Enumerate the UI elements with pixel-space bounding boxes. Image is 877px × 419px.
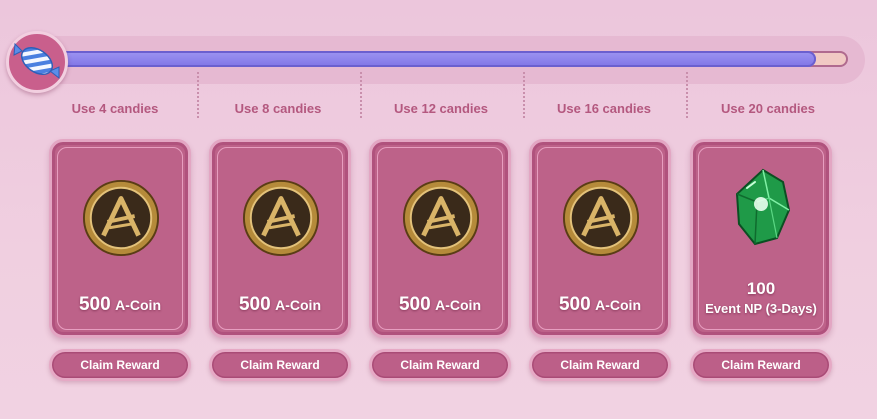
candy-icon [13, 42, 60, 80]
candy-badge [6, 31, 68, 93]
reward-value: 500 [558, 294, 591, 315]
reward-card: 500 A-Coin [49, 139, 191, 338]
a-coin-icon [402, 179, 480, 257]
claim-reward-button[interactable]: Claim Reward [49, 349, 191, 381]
reward-amount: 500 A-Coin [372, 294, 508, 316]
reward-value: 100 [746, 279, 776, 298]
claim-reward-button[interactable]: Claim Reward [690, 349, 832, 381]
a-coin-icon [242, 179, 320, 257]
reward-unit: A-Coin [595, 297, 642, 313]
emerald-gem-icon [735, 168, 791, 246]
milestone-label-20: Use 20 candies [721, 101, 815, 116]
reward-value: 500 [398, 294, 431, 315]
reward-value: 500 [78, 294, 111, 315]
claim-reward-button[interactable]: Claim Reward [529, 349, 671, 381]
reward-unit: A-Coin [275, 297, 322, 313]
milestone-label-8: Use 8 candies [234, 101, 322, 116]
candy-progress-bar [54, 51, 848, 67]
progress-fill [54, 51, 817, 67]
reward-card: 100 Event NP (3-Days) [690, 139, 832, 338]
reward-card: 500 A-Coin [369, 139, 511, 338]
reward-card: 500 A-Coin [209, 139, 351, 338]
reward-unit: A-Coin [115, 297, 162, 313]
reward-amount: 100 Event NP (3-Days) [693, 278, 829, 318]
milestone-label-4: Use 4 candies [71, 101, 159, 116]
reward-card: 500 A-Coin [529, 139, 671, 338]
claim-reward-button[interactable]: Claim Reward [369, 349, 511, 381]
reward-value: 500 [238, 294, 271, 315]
reward-amount: 500 A-Coin [532, 294, 668, 316]
a-coin-icon [82, 179, 160, 257]
milestone-label-12: Use 12 candies [394, 101, 488, 116]
reward-unit: A-Coin [435, 297, 482, 313]
milestone-label-16: Use 16 candies [557, 101, 651, 116]
reward-unit: Event NP (3-Days) [705, 301, 817, 316]
a-coin-icon [562, 179, 640, 257]
claim-reward-button[interactable]: Claim Reward [209, 349, 351, 381]
reward-amount: 500 A-Coin [212, 294, 348, 316]
reward-amount: 500 A-Coin [52, 294, 188, 316]
